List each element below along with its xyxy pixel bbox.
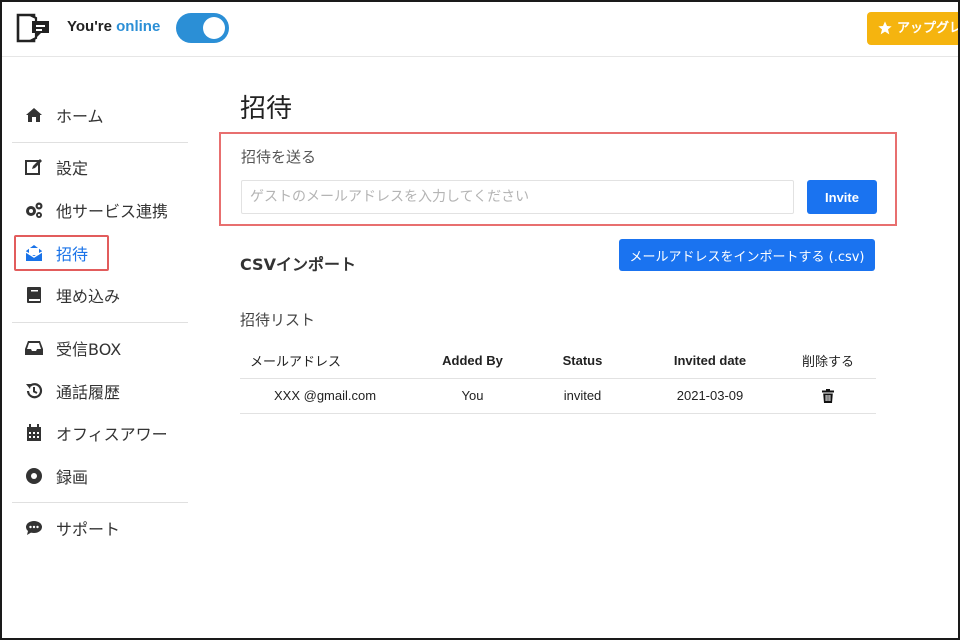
guest-email-input[interactable] — [241, 180, 794, 214]
sidebar-item-recording[interactable]: 録画 — [16, 459, 186, 493]
cell-status: invited — [525, 378, 640, 414]
sidebar-divider — [12, 322, 188, 323]
gears-icon — [24, 200, 44, 220]
sidebar-item-label: サポート — [56, 520, 121, 539]
sidebar: ホーム 設定 他サービス連携 招待 埋め込み 受信BOX 通話履歴 オフィスアワ… — [2, 58, 192, 638]
sidebar-item-label: 設定 — [56, 159, 89, 178]
toggle-knob — [203, 17, 225, 39]
sidebar-divider — [12, 142, 188, 143]
invite-table: メールアドレス Added By Status Invited date 削除す… — [240, 344, 876, 414]
app-logo-icon — [16, 13, 49, 43]
column-header-invited-date: Invited date — [640, 344, 780, 379]
history-icon — [24, 381, 44, 401]
column-header-delete: 削除する — [780, 344, 876, 379]
cell-email: XXX @gmail.com — [240, 378, 420, 414]
comment-dots-icon — [24, 518, 44, 538]
sidebar-item-office-hours[interactable]: オフィスアワー — [16, 416, 186, 450]
invite-list-label: 招待リスト — [240, 311, 316, 329]
app-window: You're online アップグレ ホーム 設定 他サービス連携 招待 埋め… — [0, 0, 960, 640]
online-toggle[interactable] — [176, 13, 229, 43]
trash-icon[interactable] — [822, 389, 834, 404]
csv-import-label: CSVインポート — [240, 255, 356, 274]
upgrade-label: アップグレ — [897, 21, 960, 36]
invite-section: 招待を送る Invite — [219, 132, 897, 226]
envelope-open-icon — [24, 243, 44, 263]
sidebar-item-label: オフィスアワー — [56, 425, 168, 444]
sidebar-item-label: 他サービス連携 — [56, 202, 169, 221]
status-prefix: You're — [67, 18, 112, 35]
star-icon — [878, 21, 892, 35]
page-title: 招待 — [240, 94, 293, 124]
invite-button[interactable]: Invite — [807, 180, 877, 214]
sidebar-item-inbox[interactable]: 受信BOX — [16, 331, 186, 365]
column-header-email: メールアドレス — [240, 344, 420, 379]
table-row: XXX @gmail.com You invited 2021-03-09 — [240, 378, 876, 414]
online-status: You're online — [67, 18, 160, 35]
sidebar-item-call-history[interactable]: 通話履歴 — [16, 374, 186, 408]
table-header-row: メールアドレス Added By Status Invited date 削除す… — [240, 344, 876, 379]
invite-label: 招待を送る — [241, 148, 317, 166]
sidebar-divider — [12, 502, 188, 503]
home-icon — [24, 105, 44, 125]
record-icon — [24, 466, 44, 486]
sidebar-item-settings[interactable]: 設定 — [16, 150, 186, 184]
column-header-added-by: Added By — [420, 344, 525, 379]
book-icon — [24, 285, 44, 305]
cell-added-by: You — [420, 378, 525, 414]
sidebar-item-label: ホーム — [56, 107, 104, 126]
sidebar-item-integrations[interactable]: 他サービス連携 — [16, 193, 186, 227]
sidebar-item-support[interactable]: サポート — [16, 511, 186, 545]
csv-import-button[interactable]: メールアドレスをインポートする (.csv) — [619, 239, 875, 271]
column-header-status: Status — [525, 344, 640, 379]
sidebar-item-label: 通話履歴 — [56, 383, 121, 402]
sidebar-item-home[interactable]: ホーム — [16, 98, 186, 132]
edit-icon — [24, 157, 44, 177]
upgrade-button[interactable]: アップグレ — [867, 12, 960, 45]
sidebar-item-label: 録画 — [56, 468, 89, 487]
sidebar-item-embed[interactable]: 埋め込み — [16, 278, 186, 312]
cell-invited-date: 2021-03-09 — [640, 378, 780, 414]
top-bar: You're online アップグレ — [2, 2, 958, 57]
inbox-icon — [24, 338, 44, 358]
sidebar-item-label: 埋め込み — [56, 287, 121, 306]
sidebar-item-invite[interactable]: 招待 — [14, 235, 109, 271]
sidebar-item-label: 受信BOX — [56, 340, 122, 359]
cell-delete — [780, 378, 876, 414]
calendar-icon — [24, 423, 44, 443]
status-word: online — [116, 18, 161, 35]
sidebar-item-label: 招待 — [56, 245, 89, 264]
